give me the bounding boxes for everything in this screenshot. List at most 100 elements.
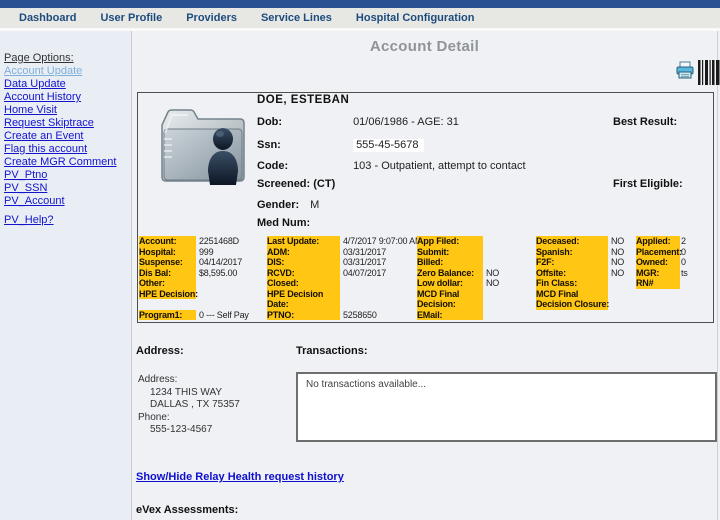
grid-row: Closed: bbox=[267, 278, 422, 289]
field-label: Decision Closure: bbox=[536, 299, 608, 310]
grid-row: F2F: NO bbox=[536, 257, 624, 268]
code-row: Code: 103 - Outpatient, attempt to conta… bbox=[257, 160, 526, 172]
field-label: MCD Final bbox=[536, 289, 608, 300]
sidebar-link[interactable]: PV_Help? bbox=[4, 214, 131, 227]
field-value: NO bbox=[608, 247, 624, 258]
grid-column-counts: Applied: 2 Placement: 0 Owned: 0 MGR: ts bbox=[636, 236, 688, 289]
grid-row: RN# bbox=[636, 278, 688, 289]
grid-row: Deceased: NO bbox=[536, 236, 624, 247]
grid-row: Program1: 0 --- Self Pay bbox=[139, 310, 249, 321]
address-line: 1234 THIS WAY bbox=[138, 387, 240, 400]
sidebar-link[interactable]: PV_SSN bbox=[4, 182, 131, 195]
field-label: Offsite: bbox=[536, 268, 608, 279]
field-value bbox=[608, 289, 611, 300]
field-label: Last Update: bbox=[267, 236, 340, 247]
account-detail-screen: Dashboard User Profile Providers Service… bbox=[0, 0, 720, 520]
sidebar-links: Account Update Data Update Account Histo… bbox=[4, 65, 131, 227]
grid-row: Fin Class: bbox=[536, 278, 624, 289]
grid-row: Other: bbox=[139, 278, 249, 289]
field-value: 2 bbox=[680, 236, 686, 247]
field-label: Owned: bbox=[636, 257, 680, 268]
field-label: Fin Class: bbox=[536, 278, 608, 289]
sidebar-link[interactable]: Create MGR Comment bbox=[4, 156, 131, 169]
sidebar-link[interactable]: Home Visit bbox=[4, 104, 131, 117]
sidebar-link[interactable]: Account Update bbox=[4, 65, 131, 78]
sidebar-link[interactable]: PV_Ptno bbox=[4, 169, 131, 182]
grid-row: Last Update: 4/7/2017 9:07:00 AM bbox=[267, 236, 422, 247]
grid-row bbox=[139, 299, 249, 310]
field-label: Account: bbox=[139, 236, 196, 247]
grid-row: MCD Final bbox=[536, 289, 624, 300]
screened-label: Screened: (CT) bbox=[257, 178, 350, 190]
nav-item[interactable]: Providers bbox=[186, 12, 237, 24]
field-label bbox=[139, 299, 196, 310]
field-label: PTNO: bbox=[267, 310, 340, 321]
field-label: Date: bbox=[267, 299, 340, 310]
address-block: Address: 1234 THIS WAY DALLAS , TX 75357… bbox=[138, 374, 240, 437]
ssn-value: 555-45-5678 bbox=[353, 139, 424, 152]
sidebar-link[interactable]: Request Skiptrace bbox=[4, 117, 131, 130]
field-value bbox=[483, 299, 486, 310]
grid-column-dates: Last Update: 4/7/2017 9:07:00 AM ADM: 03… bbox=[267, 236, 422, 320]
grid-row: Decision: bbox=[417, 299, 499, 310]
address-heading: Address: bbox=[136, 345, 184, 357]
grid-row: Hospital: 999 bbox=[139, 247, 249, 258]
field-value bbox=[340, 289, 343, 300]
grid-row: MCD Final bbox=[417, 289, 499, 300]
nav-item[interactable]: User Profile bbox=[100, 12, 162, 24]
grid-row: RCVD: 04/07/2017 bbox=[267, 268, 422, 279]
nav-item[interactable]: Dashboard bbox=[19, 12, 76, 24]
grid-row: Account: 2251468D bbox=[139, 236, 249, 247]
grid-row: EMail: bbox=[417, 310, 499, 321]
gender-row: Gender: M bbox=[257, 199, 319, 211]
content-right-border bbox=[717, 31, 718, 520]
field-value: $8,595.00 bbox=[196, 268, 237, 279]
relay-health-history-link[interactable]: Show/Hide Relay Health request history bbox=[136, 471, 344, 483]
ssn-row: Ssn: 555-45-5678 bbox=[257, 139, 424, 151]
grid-row: Zero Balance: NO bbox=[417, 268, 499, 279]
field-label: MCD Final bbox=[417, 289, 483, 300]
field-value bbox=[340, 299, 343, 310]
field-value: ts bbox=[680, 268, 688, 279]
field-value: NO bbox=[483, 268, 499, 279]
field-label: Suspense: bbox=[139, 257, 196, 268]
field-label: Dis Bal: bbox=[139, 268, 196, 279]
field-label: MGR: bbox=[636, 268, 680, 279]
nav-item[interactable]: Service Lines bbox=[261, 12, 332, 24]
evex-assessments-heading: eVex Assessments: bbox=[136, 504, 238, 516]
sidebar-link[interactable]: PV_Account bbox=[4, 195, 131, 208]
field-label: Program1: bbox=[139, 310, 196, 321]
field-value bbox=[196, 278, 199, 289]
field-label: Hospital: bbox=[139, 247, 196, 258]
barcode-icon bbox=[698, 60, 720, 85]
field-label: Decision: bbox=[417, 299, 483, 310]
grid-row: Submit: bbox=[417, 247, 499, 258]
field-value: 0 --- Self Pay bbox=[196, 310, 249, 321]
grid-row: Low dollar: NO bbox=[417, 278, 499, 289]
field-label: ADM: bbox=[267, 247, 340, 258]
grid-column-status: App Filed: Submit: Billed: Zero Balance:… bbox=[417, 236, 499, 320]
address-line: Phone: bbox=[138, 412, 240, 425]
field-value bbox=[196, 299, 199, 310]
field-value bbox=[483, 257, 486, 268]
address-line: Address: bbox=[138, 374, 240, 387]
sidebar-link[interactable]: Flag this account bbox=[4, 143, 131, 156]
sidebar-link[interactable]: Create an Event bbox=[4, 130, 131, 143]
field-label: Zero Balance: bbox=[417, 268, 483, 279]
field-label: DIS: bbox=[267, 257, 340, 268]
best-result-label: Best Result: bbox=[613, 116, 677, 128]
field-label: Applied: bbox=[636, 236, 680, 247]
nav-item[interactable]: Hospital Configuration bbox=[356, 12, 475, 24]
grid-column-account: Account: 2251468D Hospital: 999 Suspense… bbox=[139, 236, 249, 320]
address-line: 555-123-4567 bbox=[138, 424, 240, 437]
sidebar-link[interactable]: Data Update bbox=[4, 78, 131, 91]
sidebar-link[interactable]: Account History bbox=[4, 91, 131, 104]
field-label: F2F: bbox=[536, 257, 608, 268]
address-line: DALLAS , TX 75357 bbox=[138, 399, 240, 412]
field-label: Deceased: bbox=[536, 236, 608, 247]
grid-row: App Filed: bbox=[417, 236, 499, 247]
printer-icon[interactable] bbox=[676, 61, 694, 79]
grid-column-flags: Deceased: NO Spanish: NO F2F: NO Offsite… bbox=[536, 236, 624, 310]
dob-value: 01/06/1986 - AGE: 31 bbox=[353, 116, 459, 128]
grid-row: HPE Decision: bbox=[139, 289, 249, 300]
